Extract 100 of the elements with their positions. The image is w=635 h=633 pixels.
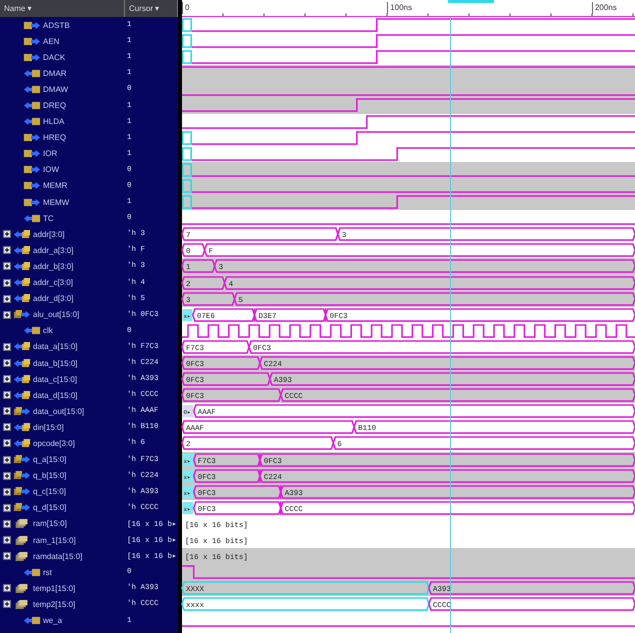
column-header[interactable]: Name ▾ xyxy=(0,0,125,17)
expand-icon[interactable] xyxy=(3,278,11,287)
signal-name[interactable]: IOW xyxy=(43,165,59,174)
cursor-line[interactable] xyxy=(450,17,452,633)
expand-icon[interactable] xyxy=(3,488,11,496)
expand-icon[interactable] xyxy=(3,600,11,608)
input-port-icon xyxy=(23,68,41,78)
signal-name[interactable]: AEN xyxy=(43,36,60,46)
signal-name[interactable]: we_a xyxy=(43,616,62,626)
signal-name[interactable]: TC xyxy=(43,214,54,223)
signal-name[interactable]: q_a[15:0] xyxy=(33,455,66,464)
expand-icon[interactable] xyxy=(3,552,11,560)
expand-icon[interactable] xyxy=(3,262,11,270)
signal-name[interactable]: temp1[15:0] xyxy=(33,584,76,593)
signal-name[interactable]: DACK xyxy=(43,52,66,62)
input-bus-icon xyxy=(13,438,31,448)
input-port-icon xyxy=(23,616,41,626)
signal-name[interactable]: MEMW xyxy=(43,198,70,207)
expand-icon[interactable] xyxy=(3,391,11,400)
expand-icon[interactable] xyxy=(3,246,11,254)
expand-icon[interactable] xyxy=(3,375,11,384)
input-bus-icon xyxy=(13,390,31,400)
input-bus-icon xyxy=(13,374,31,384)
expand-icon[interactable] xyxy=(3,407,11,416)
input-bus-icon xyxy=(13,358,31,368)
time-label: 0 xyxy=(182,2,190,14)
input-bus-icon xyxy=(13,294,31,304)
signal-name[interactable]: temp2[15:0] xyxy=(33,600,76,609)
input-port-icon xyxy=(23,568,41,577)
output-port-icon xyxy=(23,20,41,30)
signal-name[interactable]: addr_c[3:0] xyxy=(33,278,74,288)
signal-name[interactable]: q_c[15:0] xyxy=(33,487,66,496)
signal-name[interactable]: addr[3:0] xyxy=(33,230,65,239)
signal-name[interactable]: MEMR xyxy=(43,181,68,190)
signal-name[interactable]: data_b[15:0] xyxy=(33,358,78,368)
signal-name[interactable]: addr_d[3:0] xyxy=(33,294,74,304)
input-bus-icon xyxy=(13,342,31,352)
time-label: 100ns xyxy=(387,2,412,14)
signal-name[interactable]: q_b[15:0] xyxy=(33,471,66,480)
output-bus-icon xyxy=(13,471,31,480)
input-bus-icon xyxy=(13,262,31,271)
signal-name[interactable]: DMAR xyxy=(43,68,67,78)
signal-name[interactable]: DMAW xyxy=(43,84,68,94)
signal-name[interactable]: HREQ xyxy=(43,133,66,142)
signal-name[interactable]: ram_1[15:0] xyxy=(33,536,76,545)
input-port-icon xyxy=(23,84,41,94)
expand-icon[interactable] xyxy=(3,423,11,432)
signal-name[interactable]: HLDA xyxy=(43,117,64,126)
signal-name[interactable]: data_c[15:0] xyxy=(33,374,78,384)
signal-name[interactable]: clk xyxy=(43,326,53,336)
output-port-icon xyxy=(23,36,41,46)
expand-icon[interactable] xyxy=(3,584,11,592)
expand-icon[interactable] xyxy=(3,230,11,238)
output-port-icon xyxy=(23,198,41,207)
input-bus-icon xyxy=(13,230,31,239)
signal-name[interactable]: addr_a[3:0] xyxy=(33,246,74,255)
input-port-icon xyxy=(23,326,41,336)
column-header[interactable]: Cursor ▾ xyxy=(125,0,178,17)
expand-icon[interactable] xyxy=(3,342,11,351)
signal-name[interactable]: data_out[15:0] xyxy=(33,406,84,416)
input-port-icon xyxy=(23,117,41,126)
output-port-icon xyxy=(23,133,41,142)
signal-name[interactable]: ADSTB xyxy=(43,20,70,30)
output-bus-icon xyxy=(13,503,31,512)
signal-name[interactable]: ram[15:0] xyxy=(33,519,67,528)
signal-name[interactable]: IOR xyxy=(43,149,58,158)
input-bus-icon xyxy=(13,246,31,255)
signal-name[interactable]: q_d[15:0] xyxy=(33,503,66,512)
input-bus-icon xyxy=(13,422,31,432)
expand-icon[interactable] xyxy=(3,359,11,368)
expand-icon[interactable] xyxy=(3,536,11,544)
signal-name[interactable]: opcode[3:0] xyxy=(33,438,75,448)
input-port-icon xyxy=(23,101,41,110)
cursor-marker[interactable] xyxy=(448,0,494,3)
signal-name[interactable]: DREQ xyxy=(43,101,66,110)
expand-icon[interactable] xyxy=(3,439,11,448)
input-bus-icon xyxy=(13,278,31,288)
timeline-ruler[interactable]: 0 100ns 200ns xyxy=(182,0,635,17)
time-label: 200ns xyxy=(592,2,617,14)
output-port-icon xyxy=(23,181,41,190)
input-port-icon xyxy=(23,214,41,223)
expand-icon[interactable] xyxy=(3,504,11,512)
signal-name[interactable]: alu_out[15:0] xyxy=(33,310,80,320)
signal-name[interactable]: addr_b[3:0] xyxy=(33,262,74,271)
expand-icon[interactable] xyxy=(3,520,11,528)
output-port-icon xyxy=(23,149,41,158)
output-port-icon xyxy=(23,52,41,62)
expand-icon[interactable] xyxy=(3,310,11,319)
signal-name[interactable]: data_d[15:0] xyxy=(33,390,78,400)
output-bus-icon xyxy=(13,455,31,464)
output-bus-icon xyxy=(13,487,31,496)
output-bus-icon xyxy=(13,406,31,416)
signal-name[interactable]: ramdata[15:0] xyxy=(33,552,82,561)
expand-icon[interactable] xyxy=(3,472,11,480)
output-bus-icon xyxy=(13,310,31,320)
signal-name[interactable]: data_a[15:0] xyxy=(33,342,78,352)
signal-name[interactable]: din[15:0] xyxy=(33,422,64,432)
expand-icon[interactable] xyxy=(3,456,11,464)
expand-icon[interactable] xyxy=(3,294,11,303)
signal-name[interactable]: rst xyxy=(43,568,52,577)
